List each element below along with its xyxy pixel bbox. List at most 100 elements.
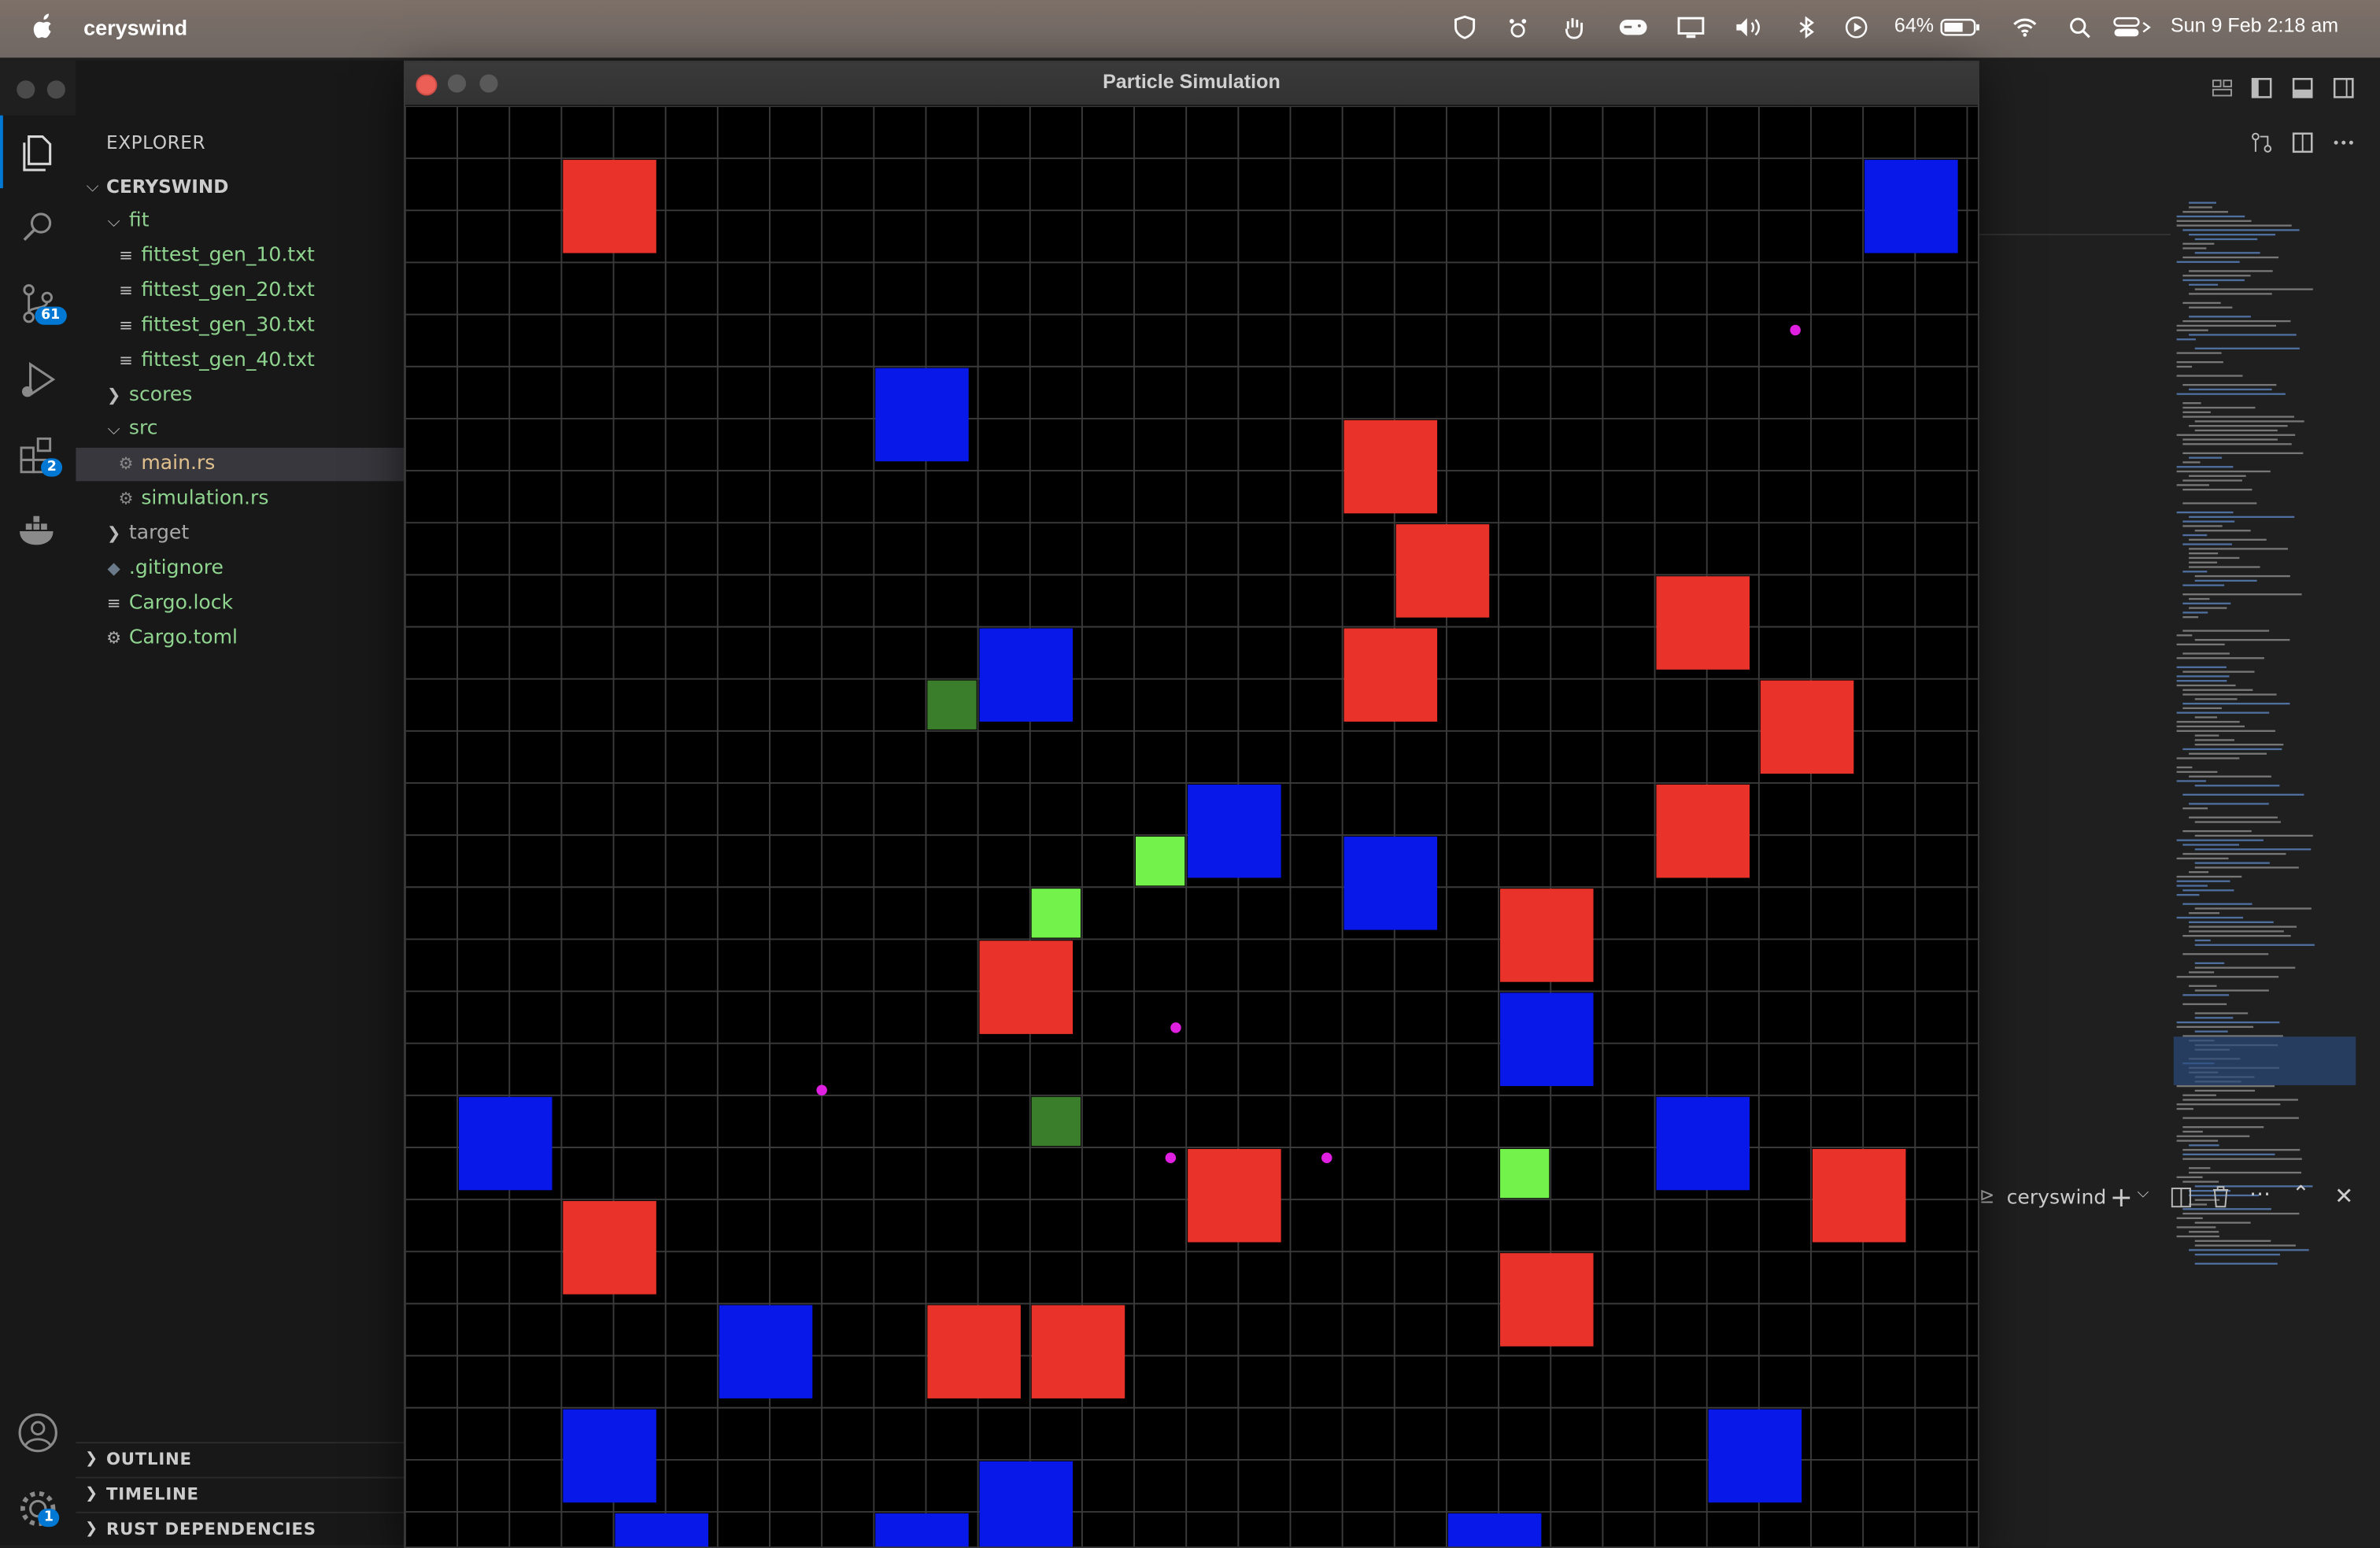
minimap-code-line <box>2189 912 2220 914</box>
tree-item-main-rs[interactable]: ⚙ main.rs <box>76 448 405 482</box>
tree-item-fit[interactable]: ⌵ fit <box>76 205 404 238</box>
close-button[interactable] <box>17 80 35 99</box>
minimap-code-line <box>2176 721 2240 723</box>
minimap-code-line <box>2176 893 2200 896</box>
gamepad-icon[interactable] <box>1618 15 1649 39</box>
play-icon[interactable] <box>1844 15 1868 39</box>
more-actions-icon[interactable] <box>2331 131 2356 155</box>
explorer-root-folder[interactable]: ⌵ CERYSWIND <box>76 170 404 203</box>
minimap-code-line <box>2176 1103 2281 1106</box>
tree-item-fittest-gen-30-txt[interactable]: ≡ fittest_gen_30.txt <box>76 309 404 342</box>
explorer-icon[interactable] <box>13 127 62 176</box>
minimap-code-line <box>2176 1107 2193 1110</box>
minimap-code-line <box>2182 534 2208 537</box>
shield-icon[interactable] <box>1453 15 1477 39</box>
minimap-code-line <box>2176 361 2223 364</box>
open-changes-icon[interactable] <box>2249 131 2274 155</box>
minimap-code-line <box>2182 1099 2298 1101</box>
battery-percent: 64% <box>1894 13 1935 37</box>
minimap-code-line <box>2176 1021 2280 1024</box>
display-icon[interactable] <box>1676 15 1706 39</box>
chevron-down-icon[interactable]: ⌵ <box>2137 1185 2149 1202</box>
active-app-name[interactable]: ceryswind <box>83 15 187 39</box>
docker-icon[interactable] <box>13 507 62 556</box>
desktop: ceryswind 64% Sun 9 Feb 2:18 am 61 2 1 E… <box>0 0 2380 1548</box>
tree-item-cargo-toml[interactable]: ⚙ Cargo.toml <box>76 622 404 655</box>
wifi-icon[interactable] <box>2011 15 2038 39</box>
tree-item-gitignore[interactable]: ◆ .gitignore <box>76 552 404 586</box>
run-debug-icon[interactable] <box>13 355 62 404</box>
minimize-button[interactable] <box>46 80 65 99</box>
tree-item-scores[interactable]: ❯ scores <box>76 379 404 412</box>
blue-agent-block <box>1864 160 1958 253</box>
minimap-code-line <box>2176 657 2264 659</box>
red-agent-block <box>563 160 656 253</box>
section-rust-dependencies[interactable]: ❯ RUST DEPENDENCIES <box>76 1511 405 1546</box>
minimap-code-line <box>2182 301 2221 305</box>
accounts-icon[interactable] <box>13 1409 62 1457</box>
minimap-code-line <box>2194 744 2284 746</box>
bluetooth-icon[interactable] <box>1794 15 1819 39</box>
minimap-code-line <box>2182 275 2251 277</box>
red-agent-block <box>1395 524 1490 618</box>
minimap-code-line <box>2194 1012 2249 1014</box>
minimap-code-line <box>2182 807 2208 810</box>
minimap-code-line <box>2176 839 2264 841</box>
minimap-code-line <box>2194 989 2269 992</box>
battery-icon[interactable] <box>1940 15 1983 39</box>
minimap-code-line <box>2194 848 2312 851</box>
volume-icon[interactable] <box>1733 15 1764 39</box>
tree-item-fittest-gen-20-txt[interactable]: ≡ fittest_gen_20.txt <box>76 275 404 308</box>
tree-item-src[interactable]: ⌵ src <box>76 413 404 446</box>
maximize-panel-icon[interactable]: ⌃ <box>2292 1182 2310 1206</box>
red-agent-block <box>1500 1253 1594 1347</box>
rust-file-icon: ⚙ <box>118 454 134 475</box>
blue-agent-block <box>979 628 1074 722</box>
toggle-panel-icon[interactable] <box>2290 76 2315 100</box>
tree-item-fittest-gen-40-txt[interactable]: ≡ fittest_gen_40.txt <box>76 344 404 377</box>
tree-item-fittest-gen-10-txt[interactable]: ≡ fittest_gen_10.txt <box>76 240 404 273</box>
apple-icon[interactable] <box>31 12 55 39</box>
toggle-sidebar-icon[interactable] <box>2249 76 2274 100</box>
more-icon[interactable]: ⋯ <box>2249 1182 2271 1206</box>
control-center-icon[interactable] <box>2113 15 2153 39</box>
search-icon[interactable] <box>13 203 62 252</box>
minimap-code-line <box>2182 994 2230 996</box>
new-terminal-icon[interactable]: + <box>2110 1182 2133 1214</box>
split-editor-icon[interactable] <box>2290 131 2315 155</box>
minimap-code-line <box>2194 966 2296 969</box>
tree-item-simulation-rs[interactable]: ⚙ simulation.rs <box>76 483 404 516</box>
tree-item-label: main.rs <box>141 453 216 476</box>
minimap[interactable] <box>2171 201 2365 1280</box>
minimap-viewport[interactable] <box>2173 1036 2356 1085</box>
clock[interactable]: Sun 9 Feb 2:18 am <box>2171 13 2338 36</box>
minimap-code-line <box>2194 1089 2256 1092</box>
section-timeline[interactable]: ❯ TIMELINE <box>76 1476 405 1512</box>
minimap-code-line <box>2182 953 2269 955</box>
rust-file-icon: ⚙ <box>118 489 134 509</box>
search-icon[interactable] <box>2068 15 2092 39</box>
minimap-code-line <box>2182 829 2252 833</box>
hand-icon[interactable] <box>1562 15 1587 39</box>
terminal-name[interactable]: ceryswind <box>2007 1187 2107 1210</box>
minimap-code-line <box>2176 260 2240 264</box>
section-outline[interactable]: ❯ OUTLINE <box>76 1442 405 1476</box>
sim-title-bar[interactable]: Particle Simulation <box>405 62 1978 107</box>
tree-item-label: .gitignore <box>128 556 224 580</box>
settings-gear-icon[interactable] <box>13 1484 62 1533</box>
minimap-code-line <box>2176 725 2245 728</box>
split-terminal-icon[interactable] <box>2171 1187 2192 1208</box>
trash-icon[interactable] <box>2210 1185 2231 1208</box>
toggle-secondary-sidebar-icon[interactable] <box>2331 76 2356 100</box>
minimap-code-line <box>2189 1167 2211 1169</box>
chevron-right-icon: ❯ <box>85 1486 98 1503</box>
minimap-code-line <box>2189 206 2212 209</box>
paw-icon[interactable] <box>1506 15 1530 39</box>
tree-item-target[interactable]: ❯ target <box>76 518 404 551</box>
layout-grid-icon[interactable] <box>2210 76 2234 100</box>
simulation-canvas[interactable] <box>405 106 1978 1547</box>
minimap-code-line <box>2182 602 2231 604</box>
minimap-code-line <box>2189 556 2240 560</box>
tree-item-cargo-lock[interactable]: ≡ Cargo.lock <box>76 587 404 620</box>
close-panel-icon[interactable]: ✕ <box>2334 1182 2353 1210</box>
